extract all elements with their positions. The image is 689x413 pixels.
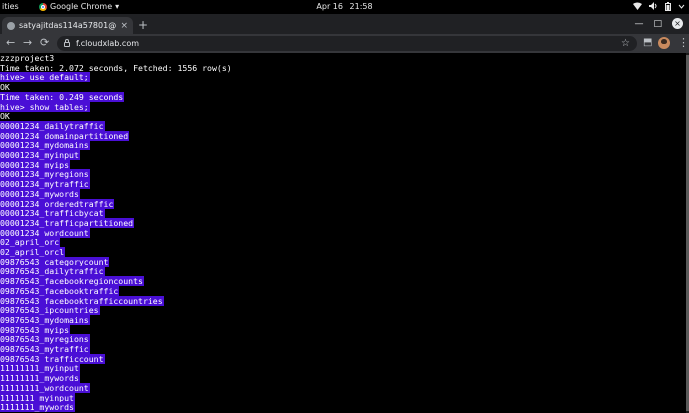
terminal-line-text: 09876543_facebooktraffic xyxy=(0,285,120,296)
new-tab-button[interactable]: + xyxy=(138,18,148,32)
terminal-line-text: OK xyxy=(0,111,10,122)
terminal-line-text: 09876543_myips xyxy=(0,324,71,335)
terminal-line-text: 00001234_orderedtraffic xyxy=(0,198,115,209)
terminal-line-text: 09876543_ipcountries xyxy=(0,305,100,316)
terminal-line: hive> show tables; xyxy=(0,101,90,113)
terminal-line-text: 00001234_dailytraffic xyxy=(0,120,105,131)
terminal-line-text: 00001234_mydomains xyxy=(0,140,90,151)
browser-tab[interactable]: satyajitdas114a57801@ × xyxy=(2,17,133,34)
terminal-line-text: 11111111_myinput xyxy=(0,363,80,374)
clock-time: 21:58 xyxy=(349,2,373,11)
terminal-line: hive> use default; xyxy=(0,72,90,83)
maximize-button[interactable]: □ xyxy=(653,19,662,29)
reload-button[interactable]: ⟳ xyxy=(40,36,49,50)
terminal-line-text: 09876543_facebookregioncounts xyxy=(0,276,144,287)
terminal-line-text: 00001234_wordcount xyxy=(0,227,90,238)
terminal-line-text: zzzproject3 xyxy=(0,53,55,63)
forward-button[interactable]: → xyxy=(23,36,32,50)
terminal-line-text: 00001234_mytraffic xyxy=(0,179,90,190)
terminal-line-text: 1111111_mywords xyxy=(0,402,75,413)
terminal-line-text: 00001234_myregions xyxy=(0,169,90,180)
clock[interactable]: Apr 16 21:58 xyxy=(0,2,689,11)
terminal-line-text: 09876543_mytraffic xyxy=(0,344,90,354)
terminal-line: 1111111_mywords xyxy=(0,402,75,413)
extensions-icon[interactable]: ⬒ xyxy=(643,37,652,48)
window-controls: — □ × xyxy=(634,18,683,29)
bookmark-star-icon[interactable]: ☆ xyxy=(621,38,630,49)
terminal-line-text: 00001234_myinput xyxy=(0,150,80,160)
terminal-line-text: 09876543_myregions xyxy=(0,334,90,345)
terminal-output[interactable]: zzzproject3 Time taken: 2.072 seconds, Fe… xyxy=(0,53,686,413)
close-window-button[interactable]: × xyxy=(672,18,683,29)
system-tray[interactable] xyxy=(633,2,685,11)
terminal-line-text: 1111111_myinput xyxy=(0,392,75,403)
profile-avatar[interactable] xyxy=(658,37,670,49)
terminal-line-text: OK xyxy=(0,82,10,93)
terminal-line-text: hive> show tables; xyxy=(0,101,90,112)
terminal-line-text: 09876543_facebooktrafficcountries xyxy=(0,295,164,306)
favicon-icon xyxy=(7,21,15,30)
terminal-line-text: 11111111_wordcount xyxy=(0,382,90,393)
address-bar[interactable]: f.cloudxlab.com ☆ xyxy=(57,36,637,51)
power-arrow-icon xyxy=(678,4,685,9)
tab-strip: satyajitdas114a57801@ × + — □ × xyxy=(0,14,689,34)
terminal-line-text: 09876543_dailytraffic xyxy=(0,266,105,277)
volume-icon xyxy=(649,2,657,10)
terminal-line-text: 00001234_trafficbycat xyxy=(0,208,105,219)
minimize-button[interactable]: — xyxy=(634,19,643,29)
terminal-line-text: 09876543_mydomains xyxy=(0,314,90,325)
terminal-line-text: hive> use default; xyxy=(0,72,90,83)
tab-close-icon[interactable]: × xyxy=(120,21,128,31)
address-url[interactable]: f.cloudxlab.com xyxy=(76,39,615,48)
lock-icon[interactable] xyxy=(64,39,70,47)
terminal-line-text: 00001234_domainpartitioned xyxy=(0,130,130,141)
tab-title: satyajitdas114a57801@ xyxy=(19,21,117,30)
clock-date: Apr 16 xyxy=(316,2,343,11)
back-button[interactable]: ← xyxy=(6,36,15,50)
terminal-line-text: 00001234_trafficpartitioned xyxy=(0,217,135,228)
chrome-menu-button[interactable]: ⋮ xyxy=(678,36,689,49)
browser-toolbar: ← → ⟳ f.cloudxlab.com ☆ ⬒ ⋮ xyxy=(0,34,689,53)
battery-icon xyxy=(665,2,671,11)
terminal-line-text: 09876543_trafficcount xyxy=(0,353,105,364)
terminal-line-text: 09876543_categorycount xyxy=(0,256,110,267)
terminal-line-text: Time taken: 0.249 seconds xyxy=(0,91,125,102)
network-icon xyxy=(633,2,642,10)
terminal-line-text: 00001234_myips xyxy=(0,159,71,170)
system-top-bar: ities Google Chrome ▾ Apr 16 21:58 xyxy=(0,0,689,14)
terminal-line-text: 02_april_orc xyxy=(0,237,61,248)
terminal-line-text: 02_april_orcl xyxy=(0,247,66,257)
terminal-line-text: 11111111_mywords xyxy=(0,373,80,384)
terminal-line-text: 00001234_mywords xyxy=(0,188,80,199)
terminal-line-text: Time taken: 2.072 seconds, Fetched: 1556… xyxy=(0,62,232,73)
